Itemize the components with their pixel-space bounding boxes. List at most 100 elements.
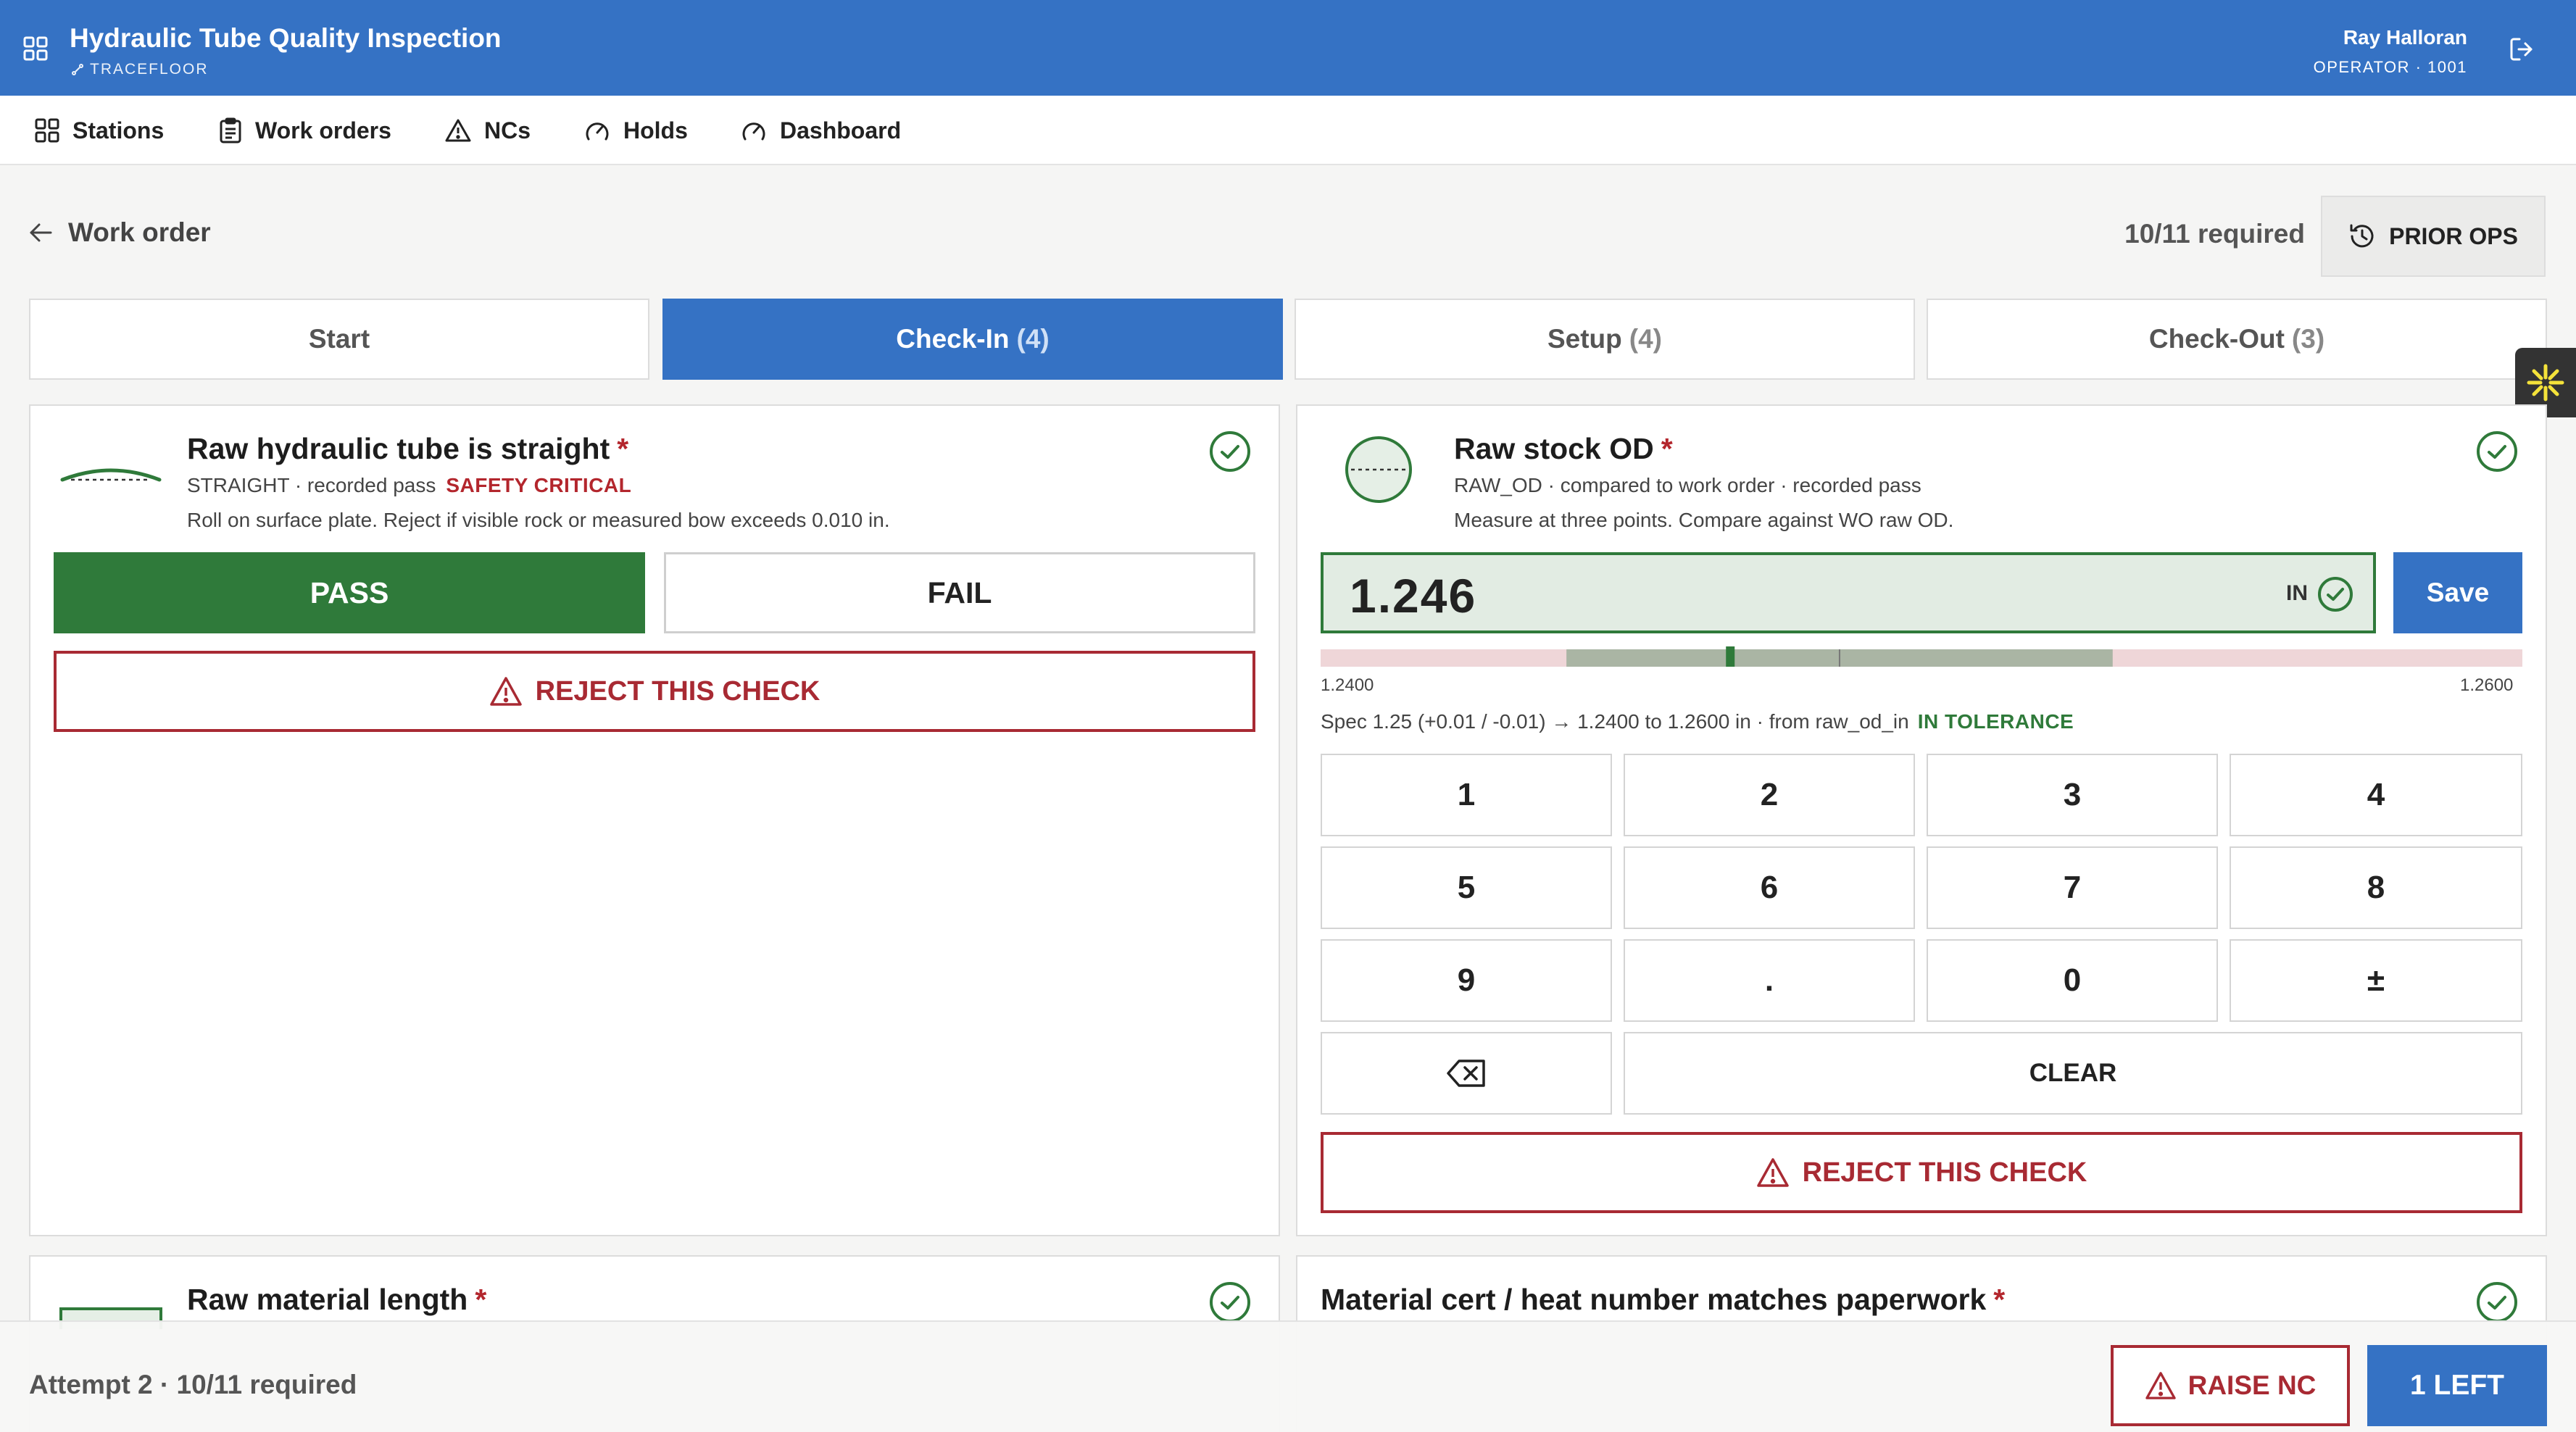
key-7[interactable]: 7 <box>1927 846 2218 929</box>
key-1[interactable]: 1 <box>1321 754 1612 836</box>
check-title-text: Raw material length <box>187 1283 468 1316</box>
tab-check-in[interactable]: Check-In (4) <box>662 299 1283 380</box>
key-decimal[interactable]: . <box>1624 939 1915 1022</box>
key-6[interactable]: 6 <box>1624 846 1915 929</box>
nav-label: Work orders <box>255 117 391 143</box>
key-4[interactable]: 4 <box>2230 754 2522 836</box>
check-description: Measure at three points. Compare against… <box>1454 509 1954 531</box>
key-plus-minus[interactable]: ± <box>2230 939 2522 1022</box>
backspace-icon <box>1447 1060 1485 1087</box>
nav-dashboard[interactable]: Dashboard <box>741 96 901 165</box>
nav-stations[interactable]: Stations <box>35 96 164 165</box>
tab-count: (3) <box>2291 324 2325 354</box>
save-button[interactable]: Save <box>2393 552 2522 633</box>
check-title: Raw stock OD * <box>1454 432 1673 466</box>
logout-icon[interactable] <box>2508 35 2537 64</box>
tab-check-out[interactable]: Check-Out (3) <box>1927 299 2547 380</box>
apps-grid-icon[interactable] <box>23 36 48 61</box>
fail-button[interactable]: FAIL <box>664 552 1255 633</box>
check-complete-icon <box>2476 430 2518 473</box>
check-meta: RAW_OD · compared to work order · record… <box>1454 474 1921 496</box>
history-icon <box>2350 224 2374 248</box>
required-asterisk: * <box>1993 1283 2006 1316</box>
back-to-work-order[interactable]: Work order <box>29 217 211 248</box>
required-count: 10/11 required <box>2124 219 2305 249</box>
user-info: Ray Halloran OPERATOR · 1001 <box>2314 26 2467 77</box>
warning-icon <box>1756 1158 1789 1187</box>
raise-nc-label: RAISE NC <box>2187 1370 2317 1400</box>
clear-key[interactable]: CLEAR <box>1624 1032 2522 1115</box>
check-title: Raw hydraulic tube is straight * <box>187 432 628 466</box>
nav-work-orders[interactable]: Work orders <box>219 96 391 165</box>
tube-section-icon <box>1344 435 1413 504</box>
measured-marker <box>1726 646 1735 667</box>
check-title-text: Raw hydraulic tube is straight <box>187 432 610 465</box>
check-title-text: Material cert / heat number matches pape… <box>1321 1283 1987 1316</box>
reject-label: REJECT THIS CHECK <box>1802 1157 2087 1188</box>
gauge-icon <box>586 122 609 141</box>
range-high-label: 1.2600 <box>2460 675 2514 695</box>
raise-nc-button[interactable]: RAISE NC <box>2111 1345 2350 1426</box>
spec-line: Spec 1.25 (+0.01 / -0.01) → 1.2400 to 1.… <box>1321 710 2074 733</box>
nav-holds[interactable]: Holds <box>584 96 688 165</box>
pass-button[interactable]: PASS <box>54 552 645 633</box>
app-header: Hydraulic Tube Quality Inspection TRACEF… <box>0 0 2576 96</box>
check-complete-icon <box>2476 1281 2518 1323</box>
measurement-input[interactable]: 1.246 IN <box>1321 552 2376 633</box>
user-role: OPERATOR · 1001 <box>2313 58 2467 76</box>
required-asterisk: * <box>475 1283 487 1316</box>
nav-ncs[interactable]: NCs <box>445 96 531 165</box>
tolerance-bar <box>1321 646 2522 667</box>
check-meta-text: STRAIGHT · recorded pass <box>187 474 436 496</box>
arrow-left-icon <box>30 223 52 242</box>
reject-check-button[interactable]: REJECT THIS CHECK <box>1321 1132 2522 1213</box>
attempt-status: Attempt 2 · 10/11 required <box>29 1370 357 1399</box>
bent-tube-icon <box>59 461 162 486</box>
tolerance-status: IN TOLERANCE <box>1917 710 2074 733</box>
safety-critical-badge: SAFETY CRITICAL <box>446 474 632 496</box>
reject-label: REJECT THIS CHECK <box>535 675 820 707</box>
gauge-icon <box>742 122 765 141</box>
nav-label: Holds <box>623 117 688 143</box>
reject-check-button[interactable]: REJECT THIS CHECK <box>54 651 1255 732</box>
grid-icon <box>35 118 59 143</box>
tab-count: (4) <box>1016 324 1050 354</box>
backspace-key[interactable] <box>1321 1032 1612 1115</box>
tab-start[interactable]: Start <box>29 299 649 380</box>
warning-icon <box>489 677 522 706</box>
valid-check-icon <box>2317 575 2354 613</box>
brand-label: TRACEFLOOR <box>71 61 209 78</box>
key-3[interactable]: 3 <box>1927 754 2218 836</box>
key-8[interactable]: 8 <box>2230 846 2522 929</box>
key-9[interactable]: 9 <box>1321 939 1612 1022</box>
warning-icon <box>2145 1372 2176 1399</box>
key-2[interactable]: 2 <box>1624 754 1915 836</box>
nav-label: NCs <box>484 117 531 143</box>
brand-text: TRACEFLOOR <box>90 61 209 78</box>
tab-setup[interactable]: Setup (4) <box>1295 299 1915 380</box>
nav-label: Dashboard <box>780 117 902 143</box>
remaining-button[interactable]: 1 LEFT <box>2367 1345 2547 1426</box>
user-name: Ray Halloran <box>2343 26 2467 49</box>
range-low-label: 1.2400 <box>1321 675 1374 695</box>
tab-label: Check-In <box>896 324 1010 354</box>
measurement-unit: IN <box>2286 581 2308 605</box>
tab-count: (4) <box>1629 324 1662 354</box>
key-5[interactable]: 5 <box>1321 846 1612 929</box>
check-title: Material cert / heat number matches pape… <box>1321 1283 2005 1317</box>
clipboard-icon <box>220 117 241 143</box>
nav-label: Stations <box>72 117 165 143</box>
prior-ops-label: PRIOR OPS <box>2389 222 2518 249</box>
key-0[interactable]: 0 <box>1927 939 2218 1022</box>
measurement-value: 1.246 <box>1350 569 1477 623</box>
trace-icon <box>72 64 83 76</box>
back-label: Work order <box>68 217 211 247</box>
tab-label: Start <box>308 324 370 354</box>
sparkle-icon <box>2527 364 2564 401</box>
check-complete-icon <box>1209 430 1251 473</box>
check-meta: STRAIGHT · recorded pass SAFETY CRITICAL <box>187 474 631 497</box>
check-description: Roll on surface plate. Reject if visible… <box>187 509 890 531</box>
check-title: Raw material length * <box>187 1283 486 1317</box>
required-asterisk: * <box>617 432 629 465</box>
prior-ops-button[interactable]: PRIOR OPS <box>2321 196 2546 277</box>
